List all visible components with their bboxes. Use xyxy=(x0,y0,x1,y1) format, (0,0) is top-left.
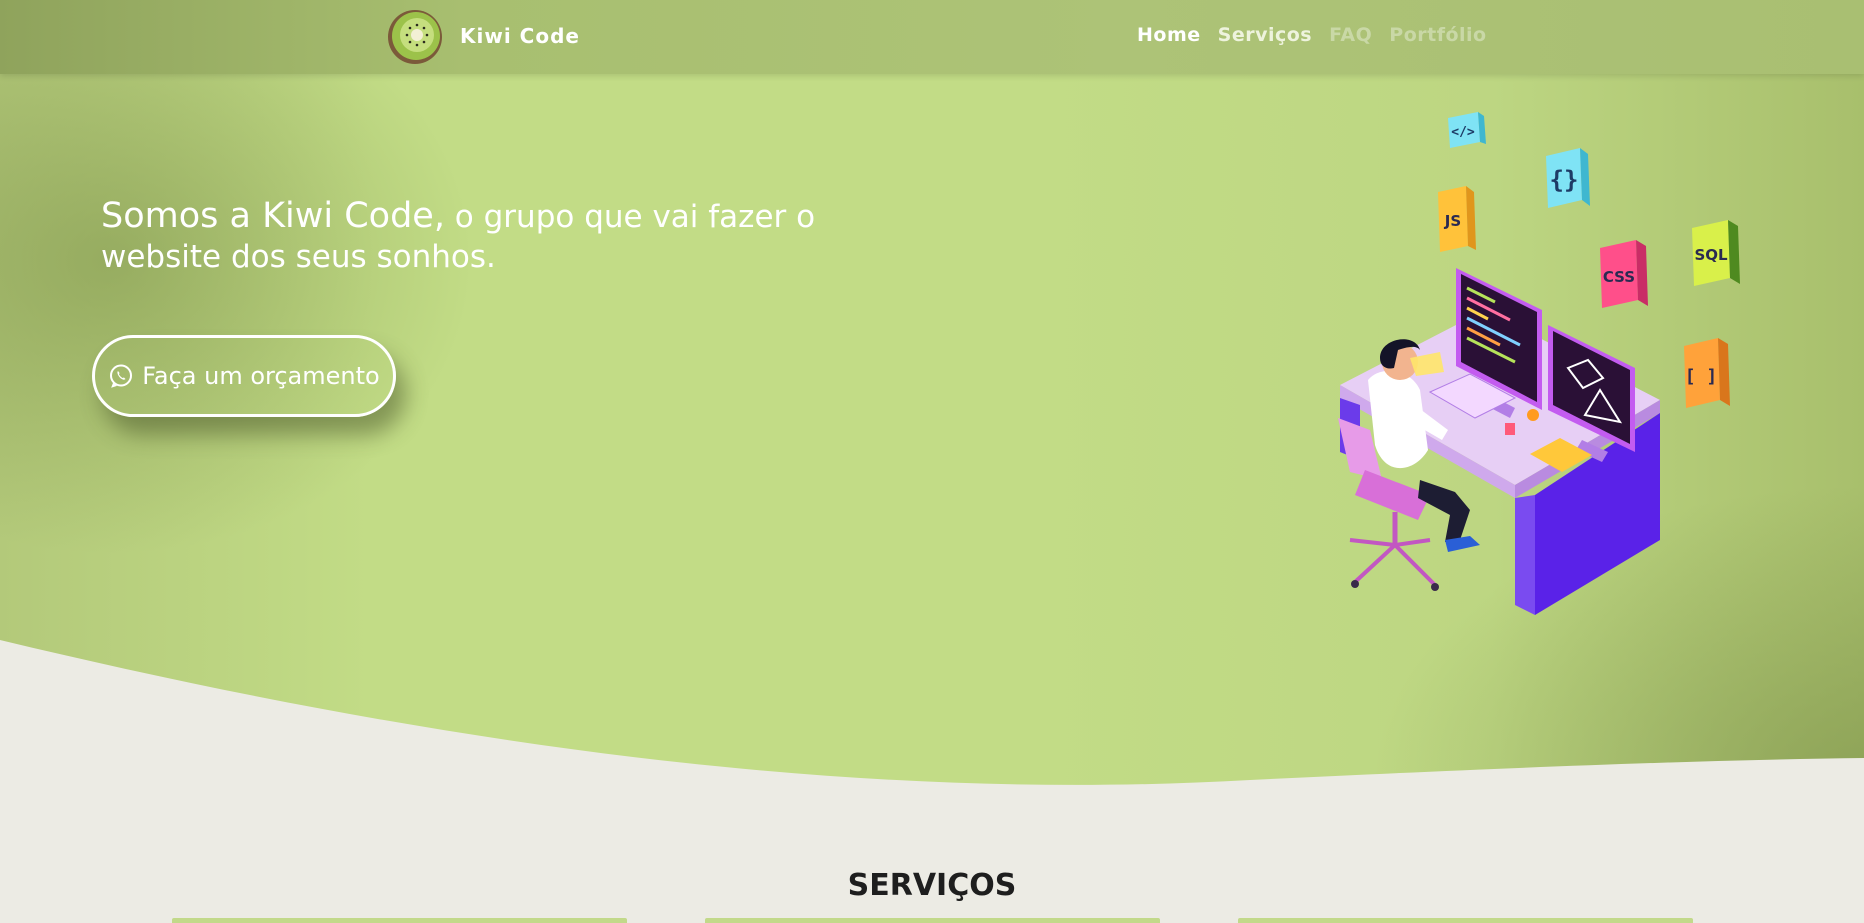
css-tag-icon: CSS xyxy=(1600,240,1648,308)
kiwi-logo-icon[interactable] xyxy=(386,8,444,66)
service-card[interactable] xyxy=(705,918,1160,923)
hero-headline: Somos a Kiwi Code, o grupo que vai fazer… xyxy=(101,196,921,277)
nav-portfolio-link[interactable]: Portfólio xyxy=(1389,24,1486,46)
services-cards xyxy=(172,918,1693,923)
nav-servicos-link[interactable]: Serviços xyxy=(1218,24,1312,46)
svg-text:[ ]: [ ] xyxy=(1685,366,1718,387)
svg-text:JS: JS xyxy=(1444,212,1461,230)
svg-text:SQL: SQL xyxy=(1694,246,1728,264)
nav-faq-link[interactable]: FAQ xyxy=(1329,24,1372,46)
services-section-title: SERVIÇOS xyxy=(847,867,1017,903)
top-navbar: Kiwi Code Home Serviços FAQ Portfólio xyxy=(0,0,1864,74)
svg-text:CSS: CSS xyxy=(1603,268,1635,286)
brand-name[interactable]: Kiwi Code xyxy=(460,24,580,48)
hero-headline-strong: Somos a Kiwi Code, xyxy=(101,196,445,236)
js-tag-icon: JS xyxy=(1438,186,1476,252)
nav-home-link[interactable]: Home xyxy=(1137,24,1201,46)
brackets-tag-icon: [ ] xyxy=(1684,338,1730,408)
whatsapp-icon xyxy=(110,364,133,388)
mug-illustration xyxy=(1505,423,1515,435)
quote-button[interactable]: Faça um orçamento xyxy=(92,335,396,417)
sql-tag-icon: SQL xyxy=(1692,220,1740,286)
main-menu: Home Serviços FAQ Portfólio xyxy=(1137,24,1487,46)
svg-text:{}: {} xyxy=(1550,166,1579,194)
svg-text:</>: </> xyxy=(1451,125,1475,140)
quote-button-label: Faça um orçamento xyxy=(142,362,380,390)
code-tag-icon: </> xyxy=(1448,112,1486,148)
service-card[interactable] xyxy=(172,918,627,923)
developer-illustration: </> {} JS CSS SQL [ ] xyxy=(1338,112,1740,615)
orange-illustration xyxy=(1527,409,1539,421)
braces-tag-icon: {} xyxy=(1546,148,1590,208)
service-card[interactable] xyxy=(1238,918,1693,923)
